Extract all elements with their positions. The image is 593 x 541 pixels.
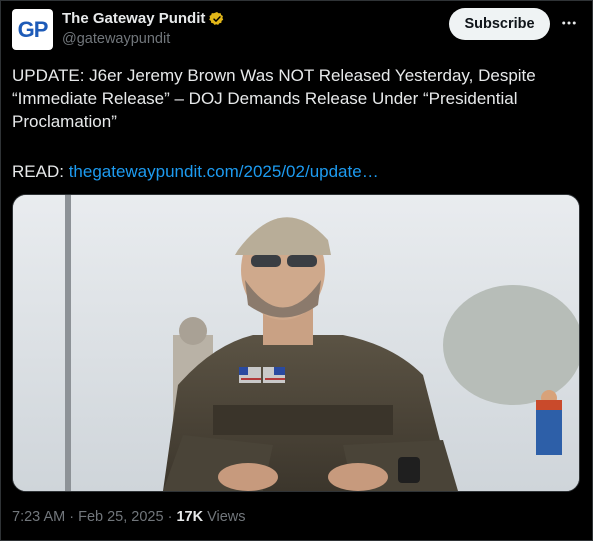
gold-check-icon xyxy=(209,11,224,25)
avatar-text: GP xyxy=(17,16,49,42)
article-link[interactable]: thegatewaypundit.com/2025/02/update… xyxy=(69,162,379,181)
more-horizontal-icon[interactable] xyxy=(559,13,579,33)
tweet-photo[interactable] xyxy=(12,194,580,492)
read-line: READ: thegatewaypundit.com/2025/02/updat… xyxy=(12,160,379,183)
meta-separator: · xyxy=(65,509,79,525)
tweet-card: GP The Gateway Pundit @gatewaypundit Sub… xyxy=(0,0,593,541)
tweet-meta: 7:23 AM · Feb 25, 2025 · 17K Views xyxy=(12,509,246,525)
read-prefix: READ: xyxy=(12,162,69,181)
tweet-time[interactable]: 7:23 AM xyxy=(12,509,65,525)
tweet-date[interactable]: Feb 25, 2025 xyxy=(78,509,163,525)
author-handle[interactable]: @gatewaypundit xyxy=(62,31,170,47)
subscribe-button[interactable]: Subscribe xyxy=(449,8,550,40)
more-dots-glyph xyxy=(562,21,576,25)
tweet-text: UPDATE: J6er Jeremy Brown Was NOT Releas… xyxy=(12,66,536,131)
author-display-name[interactable]: The Gateway Pundit xyxy=(62,10,205,27)
avatar[interactable]: GP xyxy=(12,9,53,50)
views-count: 17K xyxy=(176,509,204,525)
meta-separator-2: · xyxy=(163,509,177,525)
photo-illustration xyxy=(13,195,579,491)
views-label: Views xyxy=(203,509,246,525)
author-name-row[interactable]: The Gateway Pundit xyxy=(62,10,225,27)
